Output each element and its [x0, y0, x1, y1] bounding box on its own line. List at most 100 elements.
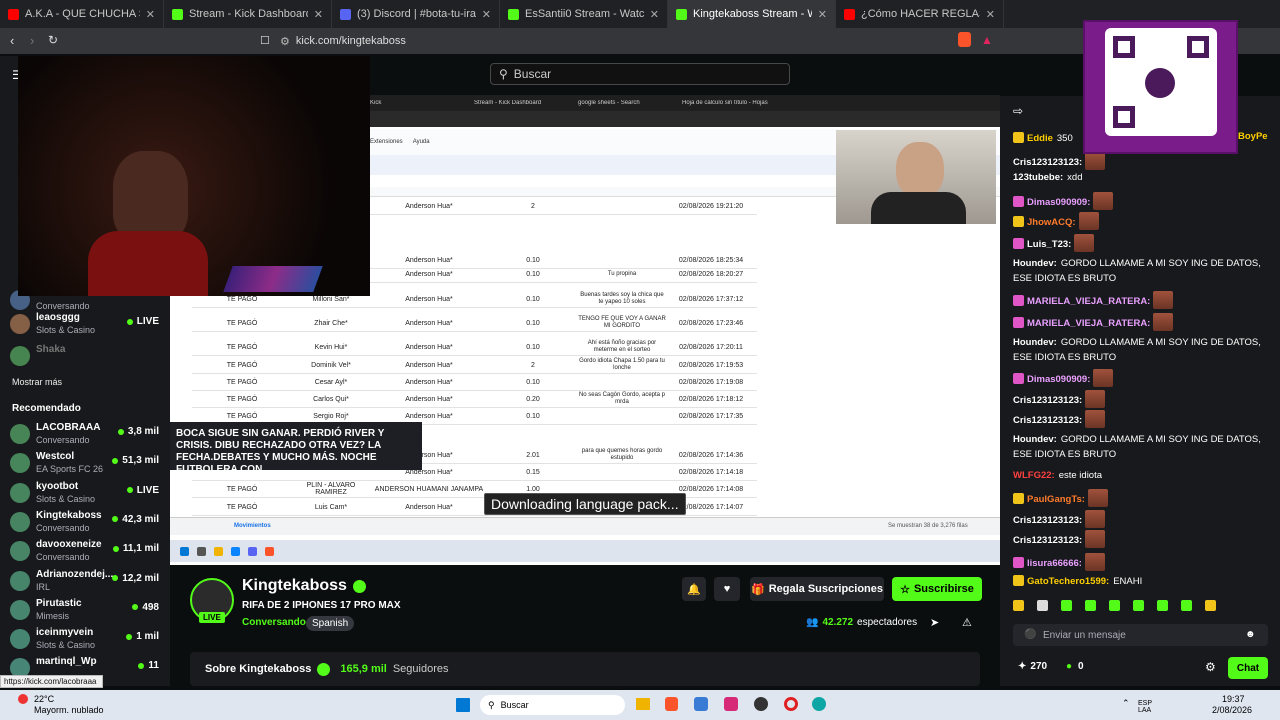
emote-icon[interactable] [1157, 600, 1168, 611]
channel-points[interactable]: ✦ 270 [1018, 661, 1047, 672]
browser-tab[interactable]: Kingtekaboss Stream - Watch ✕ [668, 0, 836, 28]
app-icon[interactable] [724, 697, 738, 711]
forward-icon[interactable]: › [30, 33, 34, 48]
emote-icon[interactable] [1205, 600, 1216, 611]
chat-username[interactable]: Cris123123123: [1013, 515, 1082, 526]
sidebar-channel-item[interactable]: Shaka [10, 344, 165, 372]
chat-username[interactable]: JhowACQ: [1027, 217, 1076, 228]
emoji-icon[interactable]: ☻ [1245, 629, 1256, 640]
follow-button[interactable]: ♥ [714, 577, 740, 601]
yape-qr-overlay [1083, 20, 1238, 154]
obs-icon[interactable] [754, 697, 768, 711]
chat-username[interactable]: PaulGangTs: [1027, 494, 1085, 505]
site-info-icon[interactable]: ⚙ [280, 35, 290, 48]
close-tab-icon[interactable]: ✕ [650, 8, 659, 21]
collapse-chat-icon[interactable]: ⇨ [1013, 104, 1023, 118]
chat-username[interactable]: lisura66666: [1027, 558, 1082, 569]
search-input[interactable]: ⚲ Buscar [490, 63, 790, 85]
chat-username[interactable]: 123tubebe: [1013, 172, 1063, 183]
chat-username[interactable]: Luis_T23: [1027, 239, 1071, 250]
viewer-count-value: 51,3 mil [122, 455, 159, 467]
emote-icon[interactable] [1181, 600, 1192, 611]
chat-username[interactable]: Cris123123123: [1013, 535, 1082, 546]
browser-tab[interactable]: A.K.A - QUE CHUCHA SALE? (Vídeo C ✕ [0, 0, 164, 28]
browser-tab[interactable]: EsSantii0 Stream - Watch Live on Kick ✕ [500, 0, 668, 28]
clock-time[interactable]: 19:37 [1222, 694, 1245, 704]
chat-username[interactable]: Dimas090909: [1027, 197, 1090, 208]
brave-shield-icon[interactable] [958, 32, 971, 47]
channel-name[interactable]: Kingtekaboss [242, 577, 366, 595]
tray-chevron-icon[interactable]: ⌃ [1122, 698, 1130, 709]
back-icon[interactable]: ‹ [10, 33, 14, 48]
sidebar-channel-item[interactable]: Kingtekaboss Conversando 42,3 mil [10, 510, 165, 538]
gift-subs-button[interactable]: 🎁 Regala Suscripciones [750, 577, 884, 601]
browser-tab[interactable]: (3) Discord | #bota-tu-ira ✕ [332, 0, 500, 28]
chat-username[interactable]: Cris123123123: [1013, 157, 1082, 168]
bookmark-icon[interactable]: ☐ [260, 34, 270, 47]
kicks-balance[interactable]: ● 0 [1066, 661, 1084, 672]
show-more-link[interactable]: Mostrar más [12, 377, 62, 387]
reload-icon[interactable]: ↻ [48, 33, 58, 47]
share-icon[interactable]: ➤ [930, 616, 939, 629]
emote-icon[interactable] [1013, 600, 1024, 611]
chat-username[interactable]: WLFG22: [1013, 470, 1055, 481]
emote-icon[interactable] [1133, 600, 1144, 611]
opera-icon[interactable] [784, 697, 798, 711]
sidebar-channel-item[interactable]: kyootbot Slots & Casino LIVE [10, 481, 165, 509]
streamer-face [113, 151, 188, 241]
sidebar-channel-item[interactable]: Adrianozendej... IRL 12,2 mil [10, 569, 165, 597]
language-tag[interactable]: Spanish [306, 616, 355, 631]
close-tab-icon[interactable]: ✕ [314, 8, 323, 21]
live-dot-icon [126, 633, 133, 640]
emote-icon[interactable] [1109, 600, 1120, 611]
chat-username[interactable]: Cris123123123: [1013, 395, 1082, 406]
chat-username[interactable]: Eddie [1027, 133, 1053, 144]
sidebar-channel-item[interactable]: leaosggg Slots & Casino LIVE [10, 312, 165, 340]
chat-username[interactable]: Houndev: [1013, 258, 1057, 269]
chat-username[interactable]: Cris123123123: [1013, 415, 1082, 426]
clock-date[interactable]: 2/08/2026 [1212, 705, 1252, 715]
chat-username[interactable]: Houndev: [1013, 434, 1057, 445]
brave-icon[interactable] [665, 697, 678, 711]
report-icon[interactable]: ⚠ [962, 616, 972, 629]
sheet-cell: Tu propina [607, 270, 637, 277]
url-field[interactable]: ⚙ kick.com/kingtekaboss [280, 32, 970, 50]
sidebar-channel-item[interactable]: Pirutastic Mimesis 498 [10, 598, 165, 626]
close-tab-icon[interactable]: ✕ [482, 8, 491, 21]
close-tab-icon[interactable]: ✕ [818, 8, 827, 21]
windows-start-icon[interactable] [456, 698, 470, 712]
shield-icon[interactable]: ⚫ [1024, 629, 1036, 640]
chat-username[interactable]: GatoTechero1599: [1027, 576, 1109, 587]
chat-username[interactable]: MARIELA_VIEJA_RATERA: [1027, 318, 1150, 329]
sheet-cell: Anderson Hua* [405, 343, 453, 351]
stream-category[interactable]: Conversando [242, 617, 306, 628]
browser-tab[interactable]: Stream - Kick Dashboard ✕ [164, 0, 332, 28]
close-tab-icon[interactable]: ✕ [986, 8, 995, 21]
browser-tab[interactable]: ¿Cómo HACER REGLAS para TU S ✕ [836, 0, 1004, 28]
notification-bell-button[interactable]: 🔔 [682, 577, 706, 601]
emote-icon[interactable] [1085, 600, 1096, 611]
sheet-tab-movimientos[interactable]: Movimientos [234, 523, 271, 529]
close-tab-icon[interactable]: ✕ [146, 8, 155, 21]
subscribe-button[interactable]: ☆ Suscribirse [892, 577, 982, 601]
chat-username[interactable]: Dimas090909: [1027, 374, 1090, 385]
chat-emote-icon [1153, 313, 1174, 331]
sidebar-channel-item[interactable]: LACOBRAAA Conversando 3,8 mil [10, 422, 165, 450]
chat-input[interactable]: Enviar un mensaje [1013, 624, 1268, 646]
chat-username[interactable]: MARIELA_VIEJA_RATERA: [1027, 296, 1150, 307]
taskbar-search[interactable]: ⚲ Buscar [480, 695, 625, 715]
rewards-icon[interactable]: ▲ [981, 33, 993, 47]
language-indicator[interactable]: ESP LAA [1138, 700, 1160, 714]
chat-message: Cris123123123: [1013, 410, 1275, 428]
emote-icon[interactable] [1061, 600, 1072, 611]
sidebar-channel-item[interactable]: iceinmyvein Slots & Casino 1 mil [10, 627, 165, 655]
edge-icon[interactable] [812, 697, 826, 711]
sidebar-channel-item[interactable]: Westcol EA Sports FC 26 51,3 mil [10, 451, 165, 479]
emote-icon[interactable] [1037, 600, 1048, 611]
settings-icon[interactable]: ⚙ [1205, 660, 1216, 674]
app-icon[interactable] [694, 697, 708, 711]
file-explorer-icon[interactable] [636, 698, 650, 710]
sidebar-channel-item[interactable]: davooxeneize Conversando 11,1 mil [10, 539, 165, 567]
chat-username[interactable]: Houndev: [1013, 337, 1057, 348]
chat-send-button[interactable]: Chat [1228, 657, 1268, 679]
